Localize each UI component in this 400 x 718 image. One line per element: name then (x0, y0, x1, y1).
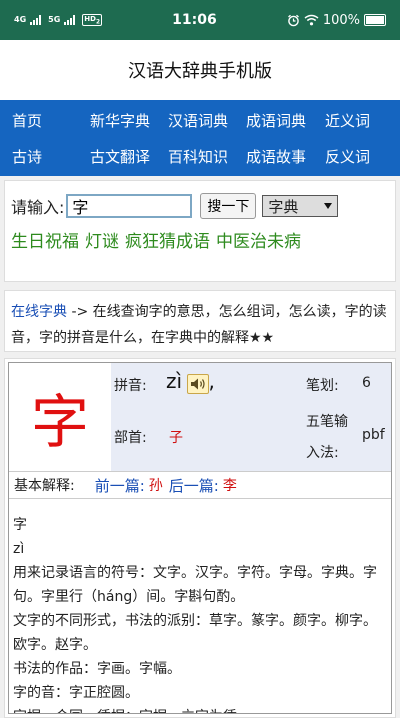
def-line: 书法的作品：字画。字幅。 (13, 661, 181, 677)
system-status: 100% (287, 13, 386, 28)
pinyin-row: zì , (166, 369, 215, 394)
radical-value: 子 (169, 430, 183, 446)
search-panel: 请输入: 搜一下 字典 生日祝福 灯谜 疯狂猜成语 中医治未病 (4, 180, 396, 282)
search-button[interactable]: 搜一下 (200, 193, 257, 219)
nav-row-1: 首页 新华字典 汉语词典 成语词典 近义词 (0, 102, 400, 138)
network-5g-label: 5G (48, 15, 61, 25)
def-line: zì (13, 541, 25, 557)
next-entry-label[interactable]: 后一篇: (169, 475, 219, 496)
wubi-label-line1: 五笔输 (306, 414, 348, 430)
radical-label: 部首: (114, 430, 147, 446)
entry-info: 拼音: zì , 笔划: 6 部首: 子 五笔输 入法: pbf (111, 363, 391, 471)
basic-meaning-header: 基本解释: 前一篇: 孙 后一篇: 李 (9, 472, 391, 499)
entry-header: 字 拼音: zì , 笔划: 6 部首: 子 五笔输 入法: pbf (9, 363, 391, 472)
battery-percent: 100% (322, 12, 360, 28)
def-line: 字 (13, 517, 27, 533)
main-nav: 首页 新华字典 汉语词典 成语词典 近义词 古诗 古文翻译 百科知识 成语故事 … (0, 100, 400, 176)
nav-hanyu-dict[interactable]: 汉语词典 (168, 110, 246, 131)
next-entry-link[interactable]: 李 (223, 475, 237, 495)
pinyin-label: 拼音: (114, 378, 147, 394)
speaker-icon[interactable] (186, 374, 209, 394)
nav-xinhua-dict[interactable]: 新华字典 (90, 110, 168, 131)
link-riddles[interactable]: 灯谜 (85, 227, 119, 252)
page-title: 汉语大辞典手机版 (128, 61, 272, 82)
battery-icon (363, 14, 386, 26)
network-status: 4G 5G HD2 (14, 13, 103, 27)
headword: 字 (30, 388, 89, 456)
def-line: 字据，合同，凭据：字据。立字为凭。 (13, 705, 387, 713)
pinyin-comma: , (208, 369, 215, 393)
def-line: 文字的不同形式，书法的派别：草字。篆字。颜字。柳字。欧字。赵字。 (13, 613, 377, 653)
wifi-icon (304, 14, 319, 26)
prev-entry-label[interactable]: 前一篇: (95, 475, 145, 496)
entry-card: 字 拼音: zì , 笔划: 6 部首: 子 五笔输 入法: pbf 基本解释:… (8, 362, 392, 714)
online-dict-link[interactable]: 在线字典 (11, 304, 67, 320)
status-bar: 4G 5G HD2 11:06 100% (0, 0, 400, 40)
prev-entry-link[interactable]: 孙 (149, 475, 163, 495)
nav-classical-translation[interactable]: 古文翻译 (90, 146, 168, 167)
search-label: 请输入: (11, 198, 65, 217)
definition-text: 字 zì 用来记录语言的符号：文字。汉字。字符。字母。字典。字句。字里行（hán… (9, 499, 391, 713)
clock: 11:06 (172, 12, 217, 28)
quick-links: 生日祝福 灯谜 疯狂猜成语 中医治未病 (11, 227, 389, 252)
alarm-icon (287, 14, 299, 26)
search-input[interactable] (66, 194, 193, 218)
chevron-down-icon (324, 203, 333, 209)
strokes-value: 6 (362, 375, 371, 391)
nav-row-2: 古诗 古文翻译 百科知识 成语故事 反义词 (0, 138, 400, 174)
link-tcm[interactable]: 中医治未病 (216, 227, 301, 252)
wubi-label-line2: 入法: (306, 445, 339, 461)
nav-poems[interactable]: 古诗 (0, 146, 90, 167)
basic-meaning-label: 基本解释: (14, 478, 75, 494)
wubi-value: pbf (362, 427, 385, 443)
link-birthday-wishes[interactable]: 生日祝福 (11, 227, 79, 252)
nav-encyclopedia[interactable]: 百科知识 (168, 146, 246, 167)
signal-icon (30, 14, 42, 25)
intro-text: -> 在线查询字的意思，怎么组词，怎么读，字的读音，字的拼音是什么，在字典中的解… (11, 304, 387, 346)
nav-antonyms[interactable]: 反义词 (325, 146, 370, 167)
entry-panel: 字 拼音: zì , 笔划: 6 部首: 子 五笔输 入法: pbf 基本解释:… (4, 358, 396, 718)
nav-synonyms[interactable]: 近义词 (325, 110, 370, 131)
intro-panel: 在线字典 -> 在线查询字的意思，怎么组词，怎么读，字的读音，字的拼音是什么，在… (4, 290, 396, 352)
link-guess-idiom[interactable]: 疯狂猜成语 (125, 227, 210, 252)
pinyin-value: zì (166, 369, 183, 393)
strokes-label: 笔划: (306, 378, 339, 394)
signal-icon (64, 14, 76, 25)
nav-idiom-stories[interactable]: 成语故事 (246, 146, 325, 167)
app-title-bar: 汉语大辞典手机版 (0, 40, 400, 100)
nav-home[interactable]: 首页 (0, 110, 90, 131)
nav-idiom-dict[interactable]: 成语词典 (246, 110, 325, 131)
def-line: 字的音：字正腔圆。 (13, 685, 139, 701)
dict-type-value: 字典 (268, 197, 299, 216)
dict-type-select[interactable]: 字典 (262, 195, 339, 217)
search-row: 请输入: 搜一下 字典 (11, 193, 389, 219)
hd-badge: HD2 (82, 13, 103, 27)
def-line: 用来记录语言的符号：文字。汉字。字符。字母。字典。字句。字里行（háng）间。字… (13, 565, 377, 605)
network-4g-label: 4G (14, 15, 27, 25)
